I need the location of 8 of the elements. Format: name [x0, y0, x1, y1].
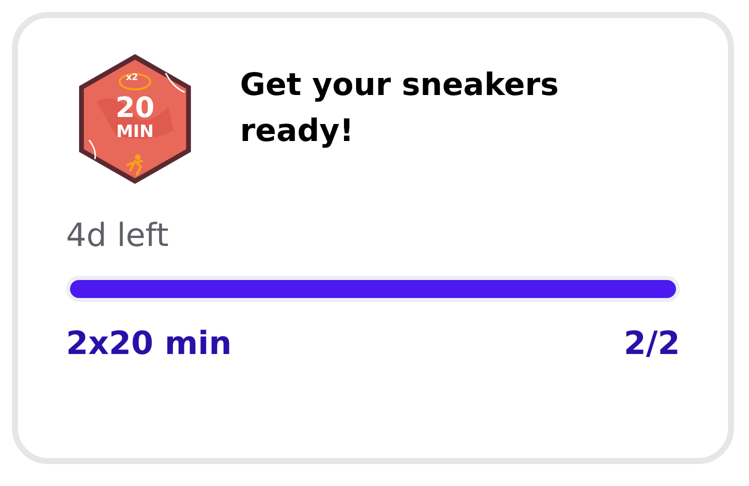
- goal-label: 2x20 min: [66, 324, 232, 362]
- runner-icon: [126, 154, 143, 176]
- badge-multiplier: x2: [126, 73, 138, 83]
- time-left: 4d left: [66, 216, 169, 254]
- badge-unit: MIN: [116, 124, 154, 141]
- badge-value: 20: [116, 94, 154, 122]
- challenge-title: Get your sneakers ready!: [240, 66, 560, 151]
- progress-count: 2/2: [624, 324, 680, 362]
